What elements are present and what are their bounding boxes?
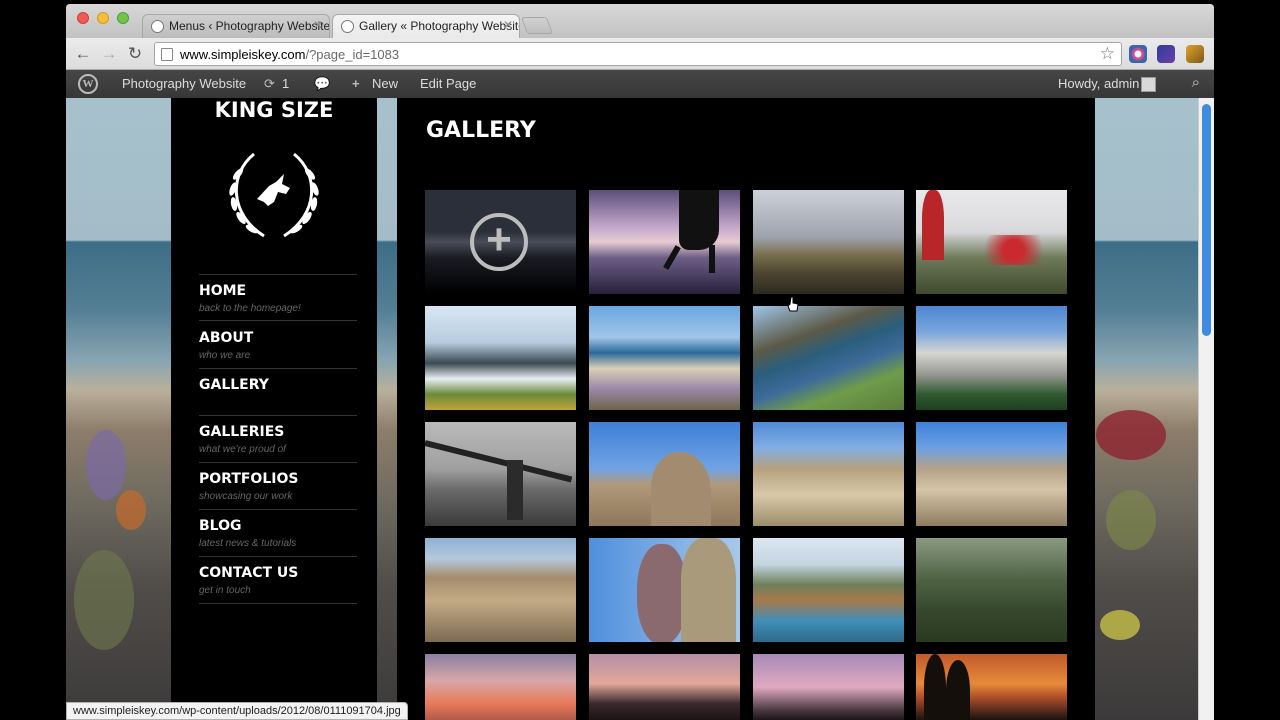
nav-item-portfolios[interactable]: PORTFOLIOS showcasing our work — [199, 463, 357, 510]
comments-icon[interactable]: 💬 — [314, 76, 330, 92]
gallery-thumbnail[interactable] — [589, 654, 740, 720]
nav-subtitle: what we're proud of — [199, 444, 286, 455]
nav-title: GALLERY — [199, 377, 269, 393]
nav-subtitle: showcasing our work — [199, 491, 293, 502]
gallery-thumbnail[interactable] — [753, 422, 904, 526]
scrollbar-thumb[interactable] — [1202, 104, 1211, 336]
wp-admin-bar: W Photography Website ⟳ 1 💬 + New Edit P… — [66, 70, 1214, 98]
nav-item-gallery[interactable]: GALLERY — [199, 369, 357, 416]
page-title: GALLERY — [426, 118, 536, 143]
site-logo-text[interactable]: KING SIZE — [171, 98, 377, 122]
nav-title: GALLERIES — [199, 424, 285, 440]
updates-icon[interactable]: ⟳ — [264, 76, 275, 92]
url-domain: www.simpleiskey.com — [180, 47, 306, 62]
avatar[interactable] — [1141, 77, 1156, 92]
zoom-window-button[interactable] — [117, 12, 129, 24]
gallery-thumbnail[interactable] — [589, 190, 740, 294]
nav-subtitle: get in touch — [199, 585, 251, 596]
gallery-thumbnail[interactable] — [589, 422, 740, 526]
vertical-scrollbar[interactable] — [1198, 98, 1214, 720]
screen: Menus ‹ Photography Website ✕ Gallery « … — [0, 0, 1280, 720]
nav-title: ABOUT — [199, 330, 254, 346]
tab-title: Menus ‹ Photography Website — [169, 19, 330, 33]
address-bar[interactable]: www.simpleiskey.com/?page_id=1083 ☆ — [154, 42, 1122, 66]
close-window-button[interactable] — [77, 12, 89, 24]
mouse-pointer-icon — [787, 296, 799, 312]
gallery-thumbnail[interactable]: + — [425, 190, 576, 294]
main-content: GALLERY + — [397, 98, 1095, 720]
wordpress-favicon-icon — [341, 20, 354, 33]
tab-close-icon[interactable]: ✕ — [503, 18, 513, 32]
gallery-thumbnail[interactable] — [589, 306, 740, 410]
edit-page-link[interactable]: Edit Page — [420, 76, 476, 91]
gallery-thumbnail[interactable] — [916, 190, 1067, 294]
sidebar-pennant-tip — [171, 618, 377, 692]
tab-strip: Menus ‹ Photography Website ✕ Gallery « … — [66, 4, 1214, 38]
background-flower — [1100, 610, 1140, 640]
nav-item-galleries[interactable]: GALLERIES what we're proud of — [199, 416, 357, 463]
nav-title: HOME — [199, 283, 247, 299]
tab-gallery[interactable]: Gallery « Photography Website ✕ — [332, 14, 520, 38]
unicorn-crest-icon — [229, 152, 319, 238]
background-flower — [116, 490, 146, 530]
browser-toolbar: ← → ↻ www.simpleiskey.com/?page_id=1083 … — [66, 38, 1214, 70]
tab-title: Gallery « Photography Website — [359, 19, 520, 33]
tab-menus[interactable]: Menus ‹ Photography Website ✕ — [142, 14, 330, 38]
wordpress-favicon-icon — [151, 20, 164, 33]
gallery-thumbnail[interactable] — [753, 538, 904, 642]
browser-window: Menus ‹ Photography Website ✕ Gallery « … — [66, 4, 1214, 720]
nav-title: BLOG — [199, 518, 242, 534]
forward-arrow-icon[interactable]: → — [98, 43, 120, 65]
reload-icon[interactable]: ↻ — [124, 43, 146, 65]
new-content-link[interactable]: New — [372, 76, 398, 91]
gallery-thumbnail[interactable] — [425, 538, 576, 642]
web-viewport: W Photography Website ⟳ 1 💬 + New Edit P… — [66, 70, 1214, 720]
site-name-link[interactable]: Photography Website — [122, 76, 246, 91]
nav-subtitle: back to the homepage! — [199, 303, 301, 314]
background-flower — [1106, 490, 1156, 550]
zoom-plus-icon: + — [470, 213, 528, 271]
status-bar: www.simpleiskey.com/wp-content/uploads/2… — [66, 702, 408, 720]
nav-item-about[interactable]: ABOUT who we are — [199, 322, 357, 369]
back-arrow-icon[interactable]: ← — [72, 43, 94, 65]
background-flower — [1096, 410, 1166, 460]
nav-subtitle: latest news & tutorials — [199, 538, 297, 549]
bookmark-star-icon[interactable]: ☆ — [1100, 44, 1115, 64]
background-flower — [86, 430, 126, 500]
gallery-thumbnail[interactable] — [425, 422, 576, 526]
tab-close-icon[interactable]: ✕ — [313, 18, 323, 32]
nav-item-contact[interactable]: CONTACT US get in touch — [199, 557, 357, 604]
nav-item-blog[interactable]: BLOG latest news & tutorials — [199, 510, 357, 557]
page-icon — [161, 48, 173, 61]
background-flower — [74, 550, 134, 650]
gallery-thumbnail[interactable] — [425, 654, 576, 720]
gallery-thumbnail[interactable] — [753, 306, 904, 410]
wrench-menu-icon[interactable] — [1186, 45, 1204, 63]
gallery-thumbnail[interactable] — [589, 538, 740, 642]
new-tab-button[interactable] — [520, 17, 554, 34]
extension-icon[interactable] — [1129, 45, 1147, 63]
gallery-thumbnail[interactable] — [753, 654, 904, 720]
search-icon[interactable]: ⌕ — [1192, 74, 1200, 91]
gallery-thumbnail[interactable] — [916, 422, 1067, 526]
gallery-thumbnail[interactable] — [425, 306, 576, 410]
extension-icon[interactable] — [1157, 45, 1175, 63]
gallery-thumbnail[interactable] — [753, 190, 904, 294]
howdy-account-link[interactable]: Howdy, admin — [1058, 76, 1139, 91]
plus-icon[interactable]: + — [352, 76, 360, 91]
nav-item-home[interactable]: HOME back to the homepage! — [199, 274, 357, 321]
updates-count[interactable]: 1 — [282, 76, 289, 91]
gallery-thumbnail[interactable] — [916, 306, 1067, 410]
nav-subtitle: who we are — [199, 350, 251, 361]
nav-title: CONTACT US — [199, 565, 299, 581]
gallery-thumbnail[interactable] — [916, 538, 1067, 642]
wordpress-logo-icon[interactable]: W — [78, 74, 98, 94]
gallery-thumbnail[interactable] — [916, 654, 1067, 720]
url-path: /?page_id=1083 — [305, 47, 400, 62]
url-text: www.simpleiskey.com/?page_id=1083 — [180, 47, 399, 62]
nav-title: PORTFOLIOS — [199, 471, 299, 487]
minimize-window-button[interactable] — [97, 12, 109, 24]
